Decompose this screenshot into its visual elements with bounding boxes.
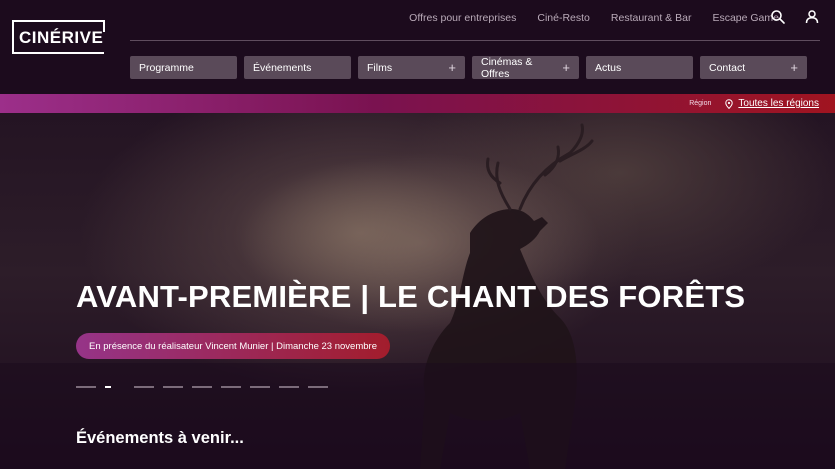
top-link-entreprises[interactable]: Offres pour entreprises [409, 12, 516, 24]
user-icon[interactable] [804, 9, 820, 25]
nav-item-programme[interactable]: Programme [130, 56, 237, 79]
carousel-dot[interactable] [279, 386, 299, 388]
nav-item-actus[interactable]: Actus [586, 56, 693, 79]
search-icon[interactable] [770, 9, 786, 25]
region-label: Région [689, 100, 712, 107]
events-section-title: Événements à venir... [76, 429, 244, 447]
site-header: CINÉRIVE Offres pour entreprises Ciné-Re… [0, 0, 835, 94]
hero-subtitle-pill[interactable]: En présence du réalisateur Vincent Munie… [76, 333, 390, 359]
hero-banner[interactable]: AVANT-PREMIÈRE | LE CHANT DES FORÊTS En … [0, 113, 835, 469]
nav-item-cinemas-offres[interactable]: Cinémas & Offres + [472, 55, 579, 80]
plus-icon: + [790, 60, 798, 75]
header-separator [130, 40, 820, 41]
location-pin-icon [725, 98, 734, 109]
carousel-dot[interactable] [250, 386, 270, 388]
carousel-dot[interactable] [221, 386, 241, 388]
region-selector-link[interactable]: Toutes les régions [725, 98, 819, 109]
carousel-dot[interactable] [163, 386, 183, 388]
top-link-restaurant-bar[interactable]: Restaurant & Bar [611, 12, 692, 24]
carousel-dot[interactable] [308, 386, 328, 388]
nav-item-label: Actus [595, 61, 622, 74]
plus-icon: + [448, 60, 456, 75]
nav-item-label: Événements [253, 61, 312, 74]
nav-item-label: Programme [139, 61, 194, 74]
nav-item-label: Contact [709, 61, 746, 74]
carousel-dot-active[interactable] [105, 386, 111, 388]
carousel-dot[interactable] [76, 386, 96, 388]
nav-item-label: Cinémas & Offres [481, 55, 533, 80]
hero-title: AVANT-PREMIÈRE | LE CHANT DES FORÊTS [76, 279, 746, 314]
main-nav: Programme Événements Films + Cinémas & O… [130, 55, 807, 80]
nav-item-evenements[interactable]: Événements [244, 56, 351, 79]
carousel-indicators [76, 386, 328, 388]
top-link-cine-resto[interactable]: Ciné-Resto [537, 12, 590, 24]
nav-item-contact[interactable]: Contact + [700, 56, 807, 79]
hero-subtitle: En présence du réalisateur Vincent Munie… [89, 340, 377, 352]
logo-text: CINÉRIVE [19, 27, 104, 47]
top-links: Offres pour entreprises Ciné-Resto Resta… [409, 12, 779, 24]
nav-item-films[interactable]: Films + [358, 56, 465, 79]
region-link-text: Toutes les régions [738, 98, 819, 109]
plus-icon: + [562, 60, 570, 75]
region-bar: Région Toutes les régions [0, 94, 835, 113]
carousel-dot[interactable] [134, 386, 154, 388]
carousel-dot[interactable] [192, 386, 212, 388]
nav-item-label: Films [367, 61, 393, 74]
logo[interactable]: CINÉRIVE [12, 20, 105, 54]
